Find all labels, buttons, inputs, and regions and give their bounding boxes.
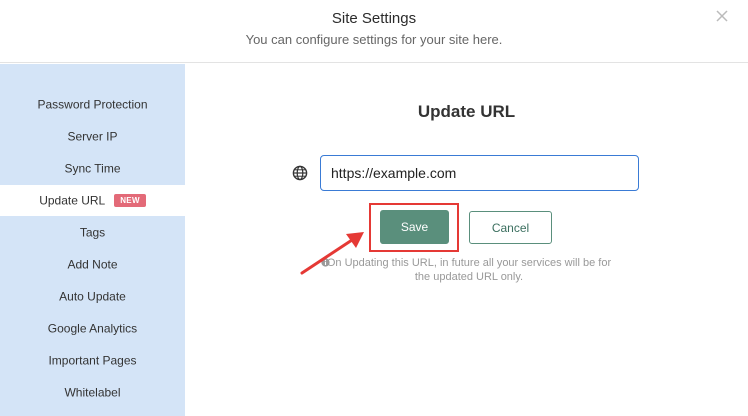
sidebar-item-server-ip[interactable]: Server IP [0, 121, 185, 152]
sidebar-item-label: Add Note [67, 257, 118, 272]
modal-title: Site Settings [331, 10, 417, 27]
sidebar-item-sync-time[interactable]: Sync Time [0, 153, 185, 184]
sidebar-item-label: Server IP [67, 129, 118, 144]
annotation-arrow [300, 232, 364, 275]
sidebar-item-label: Auto Update [59, 289, 126, 304]
sidebar-item-label: Sync Time [64, 161, 121, 176]
sidebar-item-label: Tags [79, 225, 106, 240]
sidebar-item-label: Update URL [39, 193, 106, 208]
close-icon[interactable] [714, 8, 730, 24]
sidebar-item-label: Important Pages [48, 353, 137, 368]
sidebar-item-google-analytics[interactable]: Google Analytics [0, 313, 185, 344]
sidebar-item-label: Password Protection [37, 97, 148, 112]
sidebar-item-label: Google Analytics [47, 321, 138, 336]
sidebar-item-tags[interactable]: Tags [0, 217, 185, 248]
sidebar-item-add-note[interactable]: Add Note [0, 249, 185, 280]
sidebar-item-password-protection[interactable]: Password Protection [0, 89, 185, 120]
sidebar-item-update-url[interactable]: Update URL NEW [0, 185, 185, 216]
sidebar-item-auto-update[interactable]: Auto Update [0, 281, 185, 312]
sidebar-item-important-pages[interactable]: Important Pages [0, 345, 185, 376]
new-badge: NEW [114, 194, 146, 208]
modal-header: Site Settings You can configure settings… [0, 0, 748, 63]
settings-sidebar: Password Protection Server IP Sync Time … [0, 64, 185, 416]
url-input[interactable] [320, 155, 639, 191]
section-title: Update URL [417, 102, 516, 121]
save-highlight-box [369, 203, 459, 252]
sidebar-item-whitelabel[interactable]: Whitelabel [0, 377, 185, 408]
modal-subtitle: You can configure settings for your site… [245, 32, 503, 47]
cancel-button[interactable]: Cancel [469, 211, 552, 244]
sidebar-item-label: Whitelabel [64, 385, 121, 400]
globe-icon [292, 165, 308, 181]
